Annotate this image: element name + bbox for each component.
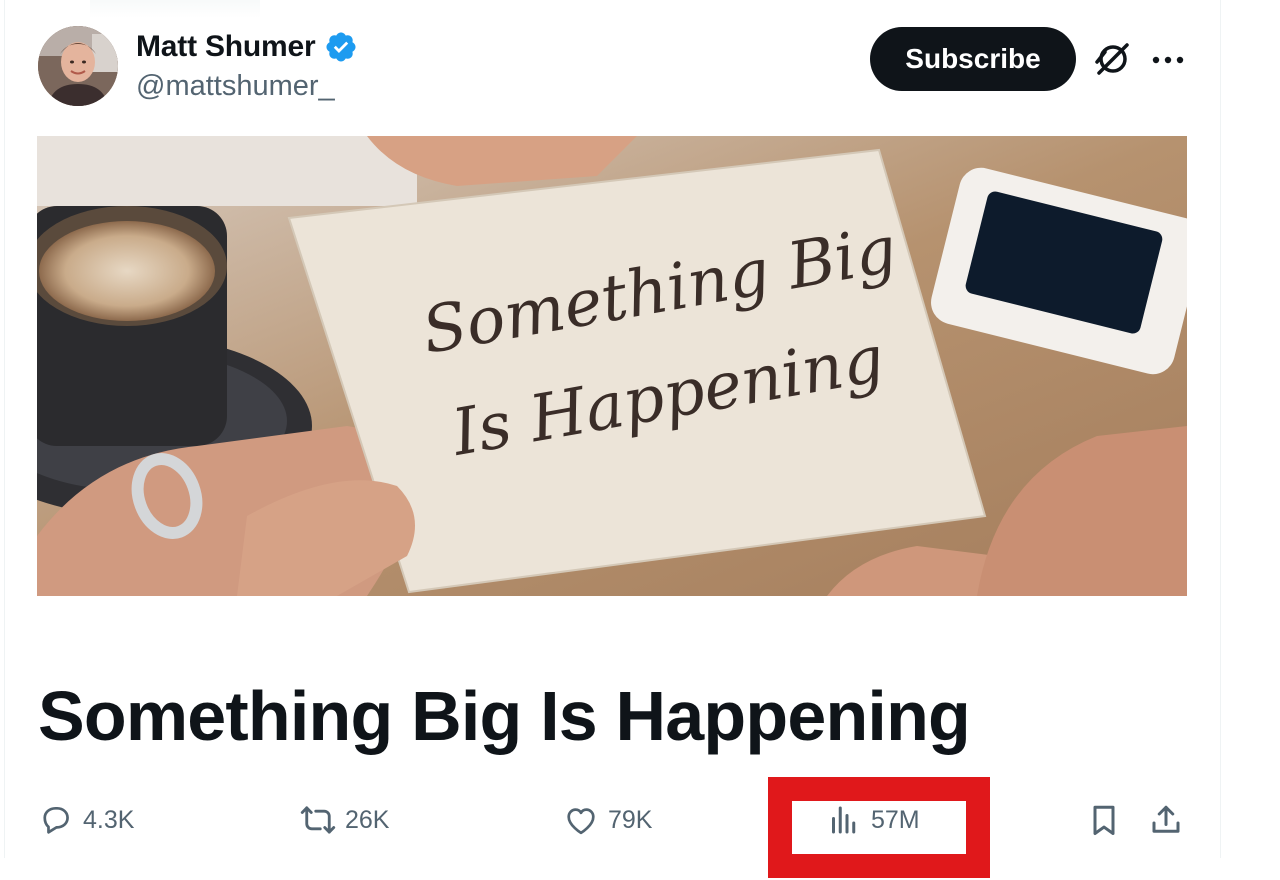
repost-count: 26K bbox=[345, 805, 390, 834]
like-button[interactable]: 79K bbox=[563, 800, 652, 840]
top-fade bbox=[90, 0, 260, 18]
cover-image[interactable]: Something Big Is Happening bbox=[37, 136, 1187, 596]
engagement-bar: 4.3K 26K 79K 57M bbox=[0, 790, 1220, 850]
article-post: Matt Shumer @mattshumer_ Subscribe Somet… bbox=[0, 0, 1280, 880]
repost-icon bbox=[300, 806, 336, 834]
column-right-border bbox=[1220, 0, 1221, 858]
reply-count: 4.3K bbox=[83, 805, 135, 834]
avatar[interactable] bbox=[38, 26, 118, 106]
grok-icon[interactable] bbox=[1093, 38, 1133, 78]
author-name-row[interactable]: Matt Shumer bbox=[136, 28, 358, 66]
verified-badge-icon bbox=[324, 30, 358, 64]
like-count: 79K bbox=[608, 805, 653, 834]
article-title[interactable]: Something Big Is Happening bbox=[38, 676, 971, 756]
reply-icon bbox=[43, 806, 69, 834]
share-button[interactable] bbox=[1148, 800, 1184, 840]
column-left-border bbox=[4, 0, 5, 858]
share-icon bbox=[1152, 805, 1180, 833]
reply-button[interactable]: 4.3K bbox=[38, 800, 134, 840]
views-highlight-box bbox=[768, 777, 990, 878]
author-handle[interactable]: @mattshumer_ bbox=[136, 70, 335, 103]
bookmark-icon bbox=[1093, 805, 1115, 835]
subscribe-button[interactable]: Subscribe bbox=[870, 27, 1076, 91]
more-icon[interactable] bbox=[1148, 40, 1188, 80]
author-name[interactable]: Matt Shumer bbox=[136, 30, 316, 64]
bookmark-button[interactable] bbox=[1086, 800, 1122, 840]
like-icon bbox=[567, 808, 595, 835]
repost-button[interactable]: 26K bbox=[300, 800, 389, 840]
